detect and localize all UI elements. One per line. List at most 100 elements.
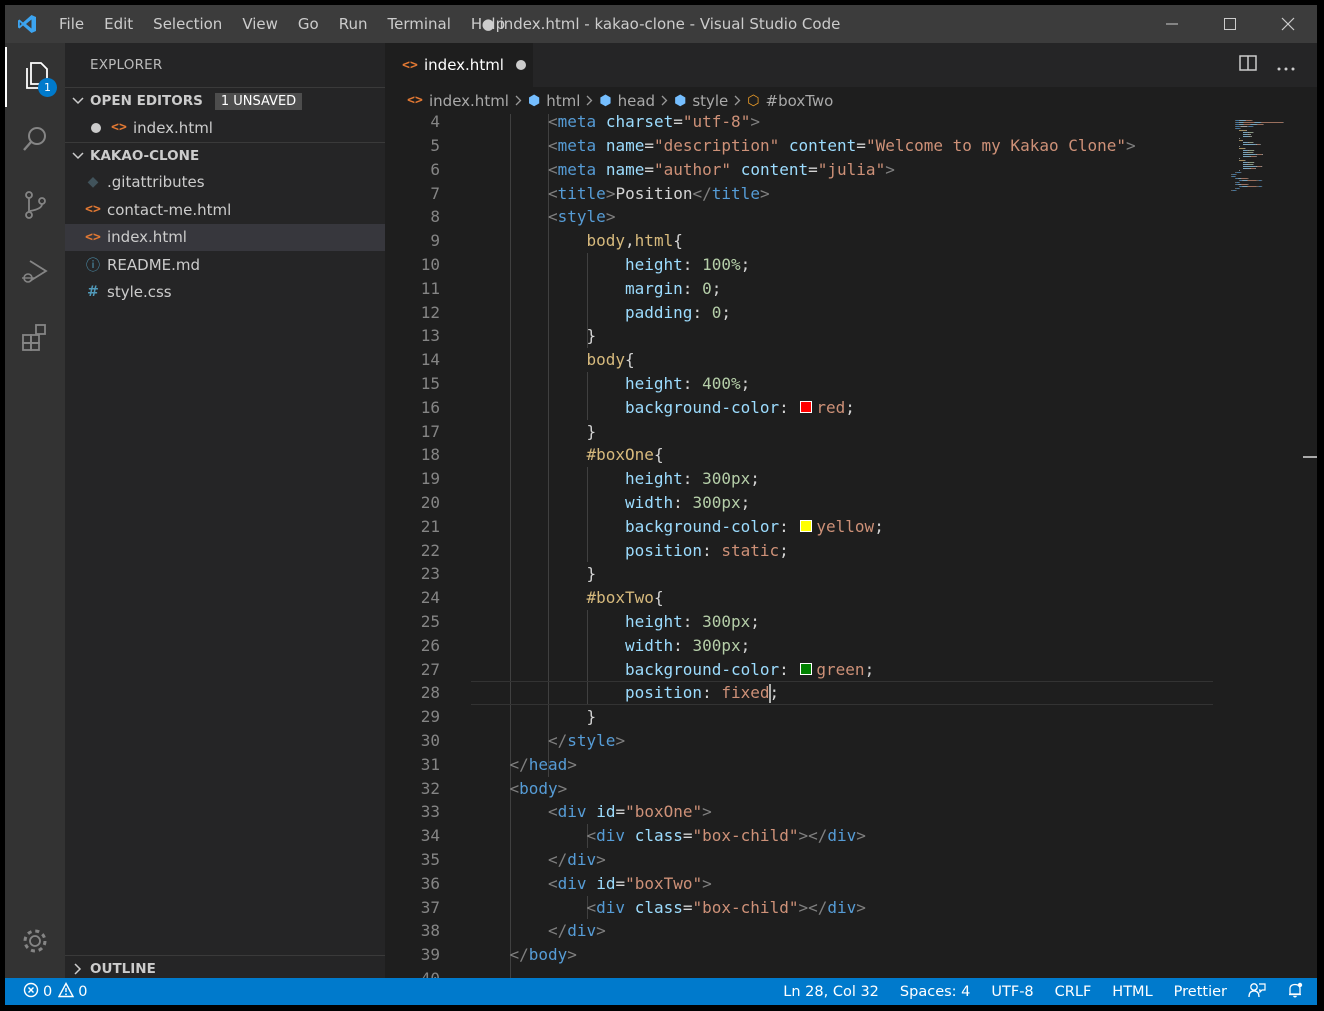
code-line[interactable]: 20 width: 300px;: [385, 491, 1215, 515]
menu-selection[interactable]: Selection: [143, 5, 232, 43]
code-line[interactable]: 27 background-color: green;: [385, 658, 1215, 682]
code-line[interactable]: 8 <style>: [385, 205, 1215, 229]
split-editor-icon[interactable]: [1239, 55, 1257, 75]
line-number: 11: [420, 278, 440, 298]
minimize-button[interactable]: [1143, 5, 1201, 43]
language-mode[interactable]: HTML: [1112, 984, 1152, 1000]
menu-file[interactable]: File: [49, 5, 94, 43]
color-swatch[interactable]: [800, 519, 813, 532]
code-line[interactable]: 18 #boxOne{: [385, 443, 1215, 467]
code-line[interactable]: 31 </head>: [385, 753, 1215, 777]
color-swatch[interactable]: [800, 400, 813, 413]
code-line[interactable]: 16 background-color: red;: [385, 396, 1215, 420]
file-item[interactable]: <> contact-me.html: [65, 196, 385, 224]
code-line[interactable]: 35 </div>: [385, 848, 1215, 872]
code-line[interactable]: 5 <meta name="description" content="Welco…: [385, 134, 1215, 158]
minimap-token: [1249, 162, 1254, 163]
formatter[interactable]: Prettier: [1174, 984, 1227, 1000]
chevron-right-icon: [515, 92, 522, 110]
source-control-activity-button[interactable]: [5, 177, 65, 237]
file-item[interactable]: ◆ .gitattributes: [65, 169, 385, 197]
breadcrumb-item[interactable]: <> index.html: [407, 92, 509, 110]
menu-run[interactable]: Run: [329, 5, 378, 43]
open-editors-header[interactable]: OPEN EDITORS 1 UNSAVED: [65, 87, 385, 114]
cursor-position[interactable]: Ln 28, Col 32: [783, 984, 879, 1000]
file-item[interactable]: ⓘ README.md: [65, 251, 385, 279]
code-line[interactable]: 4 <meta charset="utf-8">: [385, 114, 1215, 134]
code-line[interactable]: 6 <meta name="author" content="julia">: [385, 158, 1215, 182]
breadcrumb-item[interactable]: ⬢ style: [674, 92, 728, 110]
minimap-token: [1246, 130, 1247, 131]
menu-go[interactable]: Go: [288, 5, 329, 43]
code-line[interactable]: 36 <div id="boxTwo">: [385, 872, 1215, 896]
tab-index-html[interactable]: <> index.html: [385, 43, 533, 87]
problems-indicator[interactable]: 0 0: [23, 978, 87, 1005]
code-line[interactable]: 29}: [385, 705, 1215, 729]
line-number: 30: [420, 731, 440, 750]
code-line[interactable]: 26 width: 300px;: [385, 634, 1215, 658]
breadcrumb-item[interactable]: ⬢ html: [528, 92, 580, 110]
code-line[interactable]: 23}: [385, 562, 1215, 586]
code-line[interactable]: 32 <body>: [385, 777, 1215, 801]
code-line[interactable]: 17}: [385, 420, 1215, 444]
more-actions-icon[interactable]: [1277, 56, 1295, 75]
code-line[interactable]: 34 <div class="box-child"></div>: [385, 824, 1215, 848]
breadcrumb-label: #boxTwo: [765, 91, 834, 110]
minimap-token: [1257, 124, 1263, 125]
extensions-activity-button[interactable]: [5, 309, 65, 369]
breadcrumb-item[interactable]: ⬢ head: [599, 92, 655, 110]
code-line[interactable]: 40: [385, 967, 1215, 978]
vertical-scrollbar[interactable]: [1303, 114, 1317, 978]
close-window-button[interactable]: [1259, 5, 1317, 43]
encoding[interactable]: UTF-8: [991, 984, 1033, 1000]
code-line[interactable]: 7 <title>Position</title>: [385, 182, 1215, 206]
menu-terminal[interactable]: Terminal: [378, 5, 461, 43]
code-line[interactable]: 30 </style>: [385, 729, 1215, 753]
code-editor[interactable]: 4 <meta charset="utf-8"> 5 <meta name="desc…: [385, 114, 1317, 978]
code-line[interactable]: 28 position: fixed;: [385, 681, 1215, 705]
code-line[interactable]: 15 height: 400%;: [385, 372, 1215, 396]
end-of-line[interactable]: CRLF: [1055, 984, 1092, 1000]
run-debug-activity-button[interactable]: [5, 243, 65, 303]
code-line[interactable]: 21 background-color: yellow;: [385, 515, 1215, 539]
feedback-icon[interactable]: [1248, 982, 1266, 1002]
code-line[interactable]: 33 <div id="boxOne">: [385, 800, 1215, 824]
code-line[interactable]: 14 body{: [385, 348, 1215, 372]
menu-help[interactable]: Help: [461, 5, 515, 43]
code-line[interactable]: 10 height: 100%;: [385, 253, 1215, 277]
manage-activity-button[interactable]: [5, 913, 65, 973]
code-line[interactable]: 19 height: 300px;: [385, 467, 1215, 491]
code-token: body: [586, 231, 626, 251]
code-line[interactable]: 9 body,html{: [385, 229, 1215, 253]
code-token: height: [625, 255, 683, 274]
code-line[interactable]: 12 padding: 0;: [385, 301, 1215, 325]
code-line[interactable]: 37 <div class="box-child"></div>: [385, 896, 1215, 920]
color-swatch[interactable]: [800, 662, 813, 675]
menu-view[interactable]: View: [232, 5, 288, 43]
breadcrumb-item[interactable]: ⬡ #boxTwo: [747, 92, 833, 110]
menu-edit[interactable]: Edit: [94, 5, 143, 43]
file-item[interactable]: <> index.html: [65, 223, 385, 251]
minimap-token: [1247, 132, 1250, 133]
unsaved-dot-icon[interactable]: [515, 60, 526, 70]
code-line[interactable]: 11 margin: 0;: [385, 277, 1215, 301]
project-header[interactable]: KAKAO-CLONE: [65, 141, 385, 169]
code-token: }: [586, 707, 597, 727]
indentation[interactable]: Spaces: 4: [900, 984, 970, 1000]
code-line[interactable]: 39 </body>: [385, 943, 1215, 967]
code-line[interactable]: 38 </div>: [385, 919, 1215, 943]
file-item[interactable]: # style.css: [65, 279, 385, 307]
minimap-token: [1247, 180, 1248, 181]
maximize-button[interactable]: [1201, 5, 1259, 43]
open-editor-item[interactable]: <> index.html: [65, 114, 385, 142]
code-line[interactable]: 22 position: static;: [385, 539, 1215, 563]
code-line[interactable]: 24 #boxTwo{: [385, 586, 1215, 610]
code-line[interactable]: 25 height: 300px;: [385, 610, 1215, 634]
notifications-bell-icon[interactable]: [1287, 982, 1303, 1002]
minimap-token: [1235, 178, 1239, 179]
code-line[interactable]: 13}: [385, 324, 1215, 348]
minimap[interactable]: [1223, 114, 1303, 214]
search-activity-button[interactable]: [5, 111, 65, 171]
explorer-activity-button[interactable]: 1: [5, 47, 65, 107]
code-token: :: [682, 278, 703, 298]
